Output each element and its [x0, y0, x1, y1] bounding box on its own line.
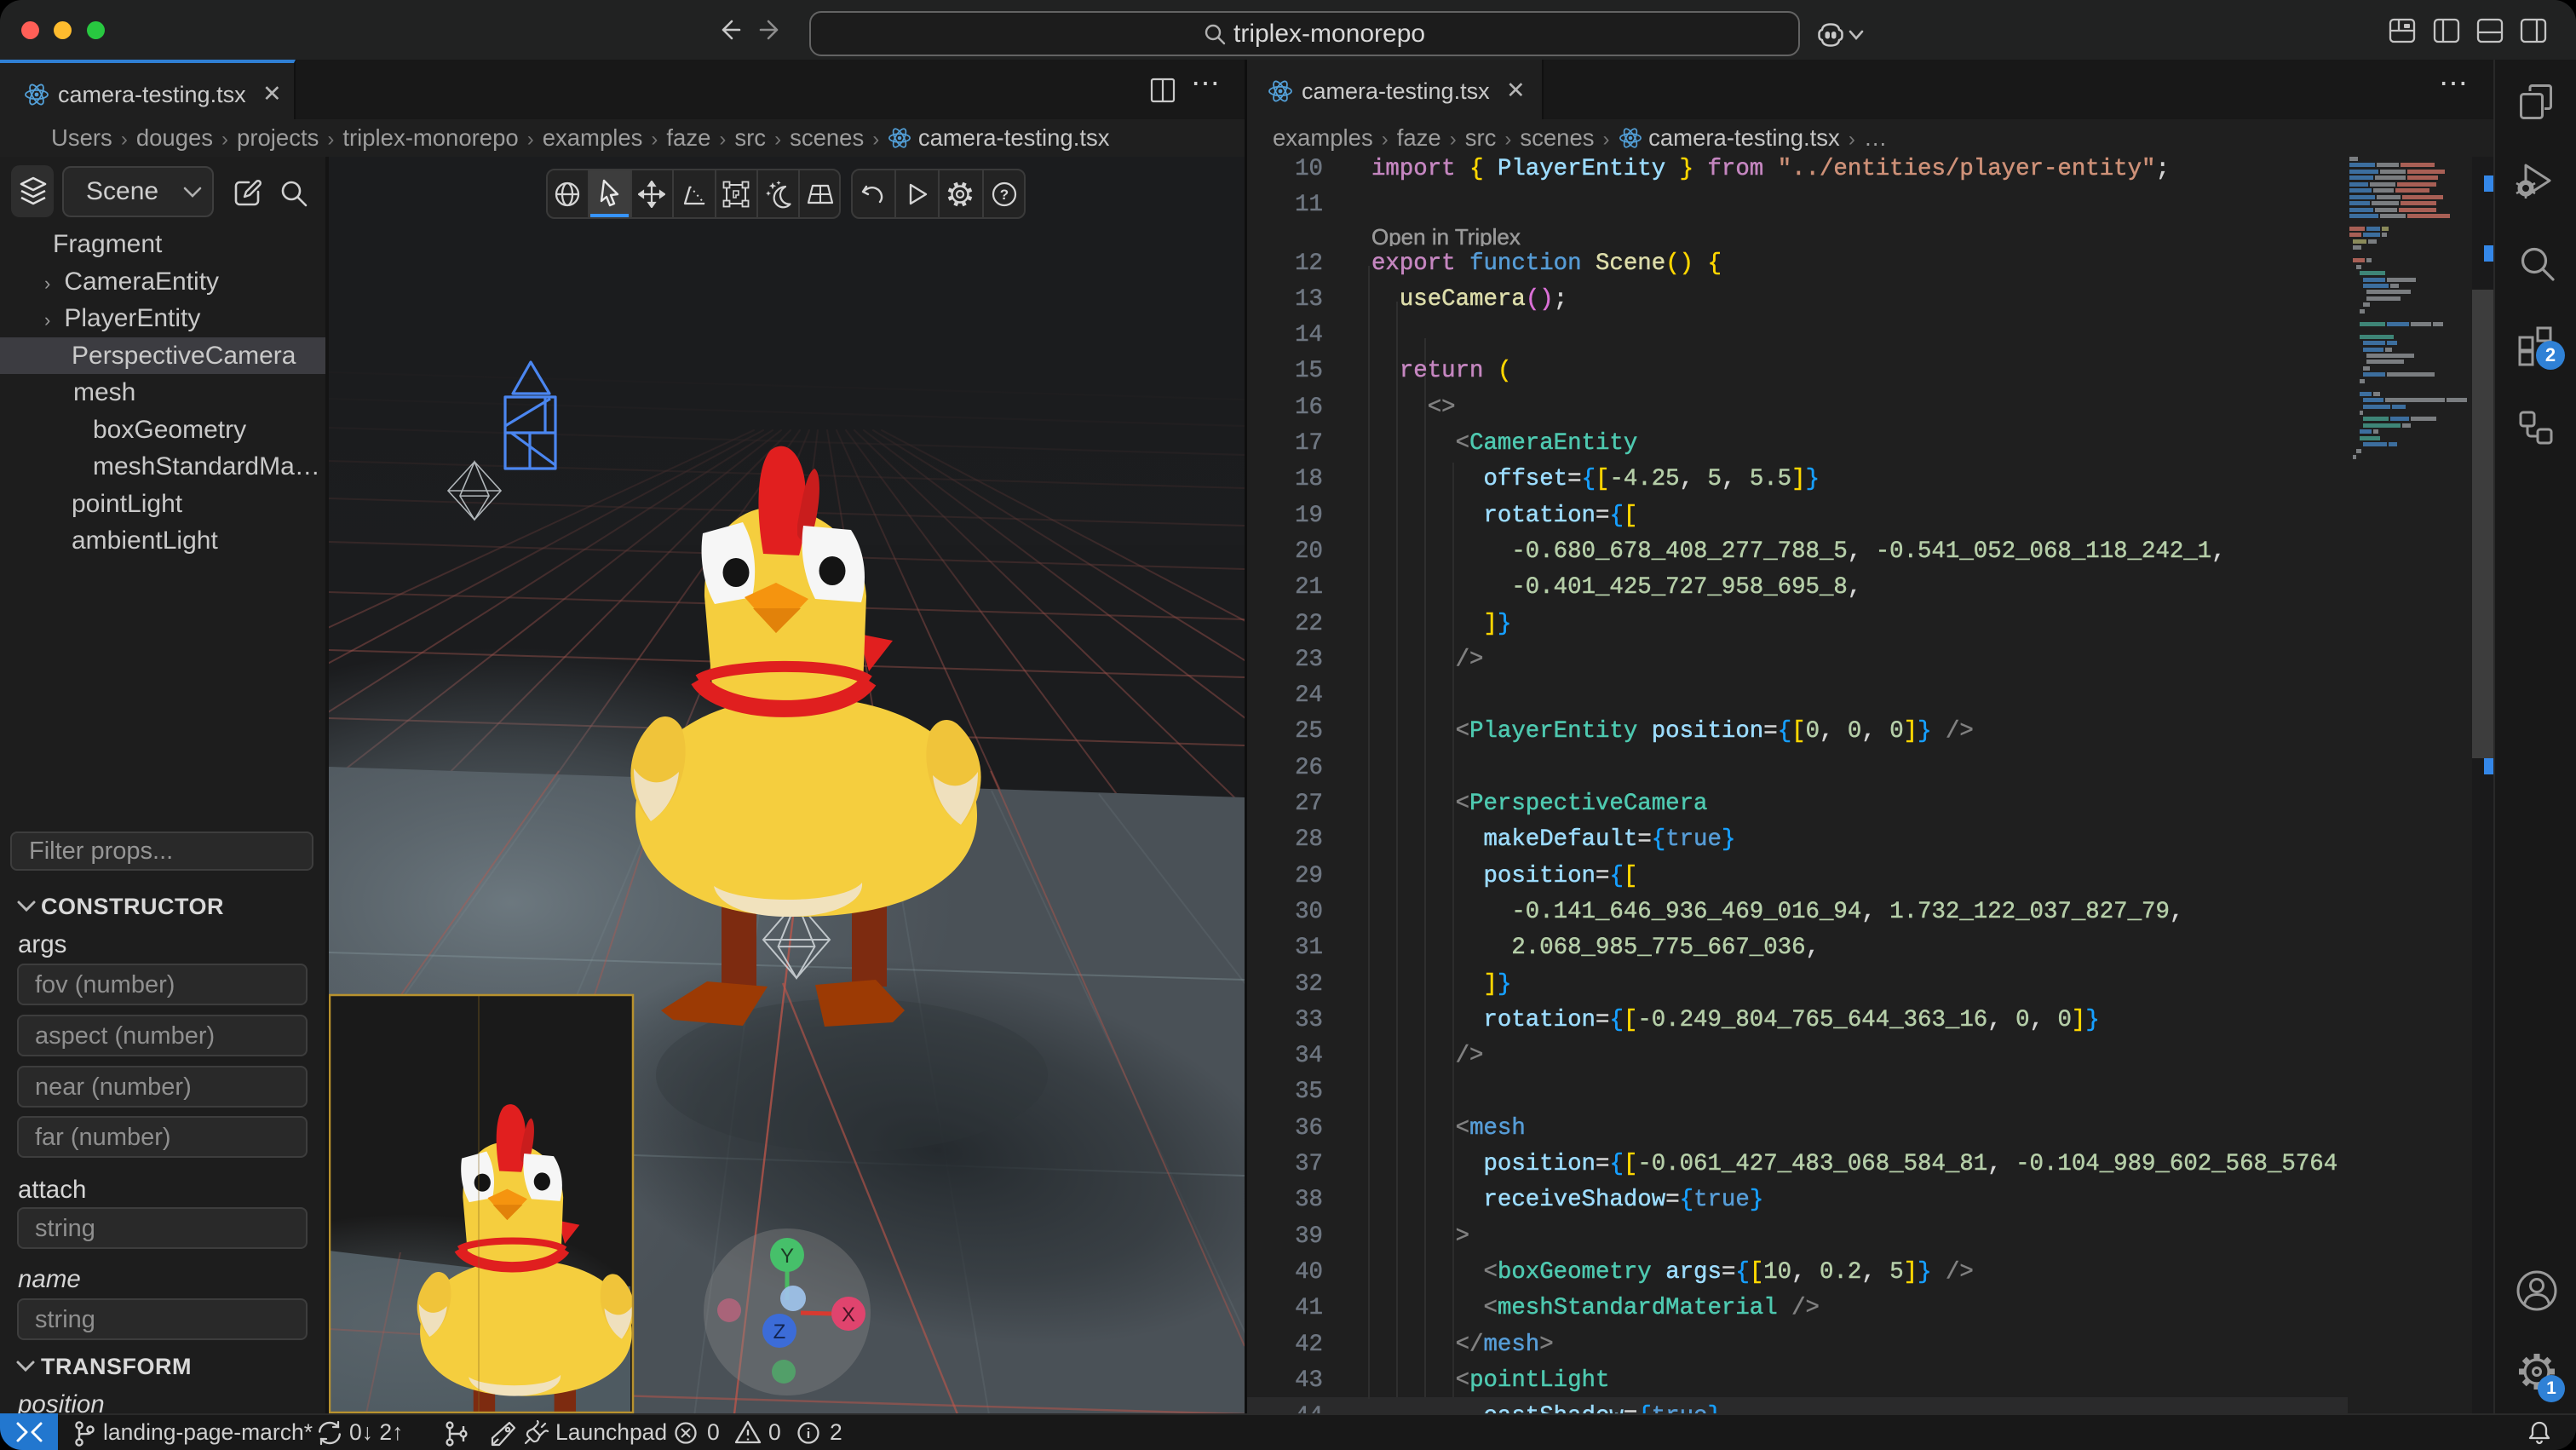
svg-text:Z: Z	[773, 1321, 786, 1344]
svg-text:X: X	[842, 1303, 855, 1326]
svg-text:?: ?	[1000, 187, 1009, 203]
svg-text:Y: Y	[780, 1245, 794, 1268]
